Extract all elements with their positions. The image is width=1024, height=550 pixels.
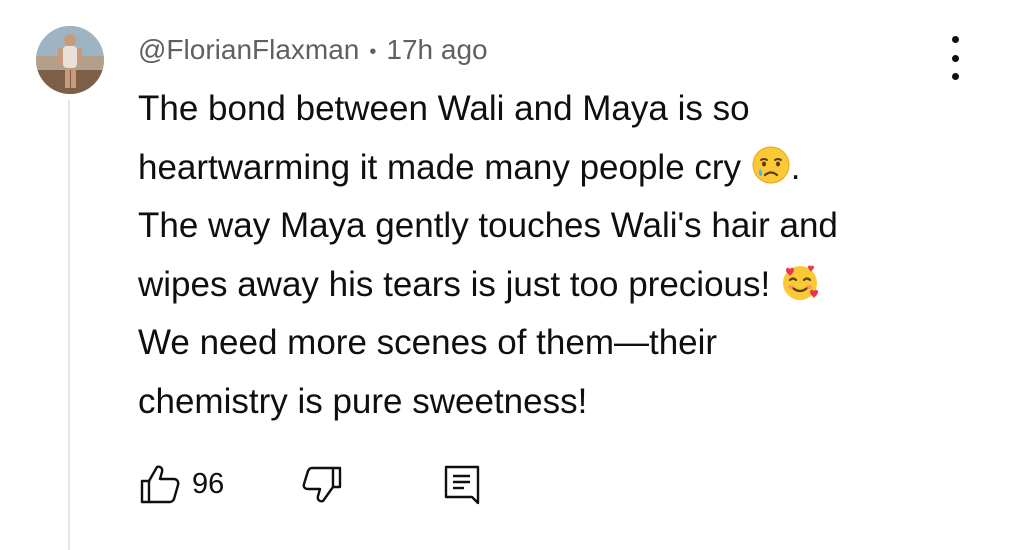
reply-button[interactable] — [442, 464, 482, 513]
comment-line: wipes away his tears is just too preciou… — [138, 264, 771, 304]
more-options-button[interactable] — [940, 36, 970, 80]
avatar-image — [36, 26, 104, 94]
smiling-face-with-hearts-icon — [782, 265, 818, 300]
crying-face-icon — [752, 146, 790, 183]
like-count: 96 — [192, 467, 225, 500]
comment-text: The bond between Wali and Maya is so hea… — [138, 80, 938, 431]
thread-line — [68, 100, 70, 550]
comment-line: chemistry is pure sweetness! — [138, 381, 588, 421]
comment-line: heartwarming it made many people cry — [138, 147, 742, 187]
trailing-period: . — [790, 147, 801, 187]
reply-comment-icon — [444, 465, 480, 505]
comment-line-with-emoji: wipes away his tears is just too preciou… — [138, 256, 938, 315]
dislike-button[interactable] — [300, 462, 344, 511]
more-vert-icon-dot — [951, 36, 959, 43]
separator-dot: • — [369, 40, 377, 63]
comment-line: We need more scenes of them—their — [138, 323, 718, 362]
author-handle[interactable]: @FlorianFlaxman — [138, 34, 359, 65]
avatar[interactable] — [36, 26, 104, 94]
thumbs-up-icon — [140, 465, 180, 504]
comment-line-with-emoji: heartwarming it made many people cry . — [138, 139, 938, 198]
more-vert-icon-dot — [951, 54, 959, 62]
timestamp[interactable]: 17h ago — [386, 34, 487, 65]
thumbs-down-icon — [302, 466, 342, 503]
comment-line: The way Maya gently touches Wali's hair … — [138, 206, 838, 245]
comment-header: @FlorianFlaxman • 17h ago — [138, 30, 488, 72]
more-vert-icon-dot — [951, 73, 959, 80]
comment: @FlorianFlaxman • 17h ago The bond between… — [0, 0, 1024, 550]
like-button[interactable]: 96 — [138, 462, 224, 506]
comment-line: The bond between Wali and Maya is so — [138, 89, 750, 128]
